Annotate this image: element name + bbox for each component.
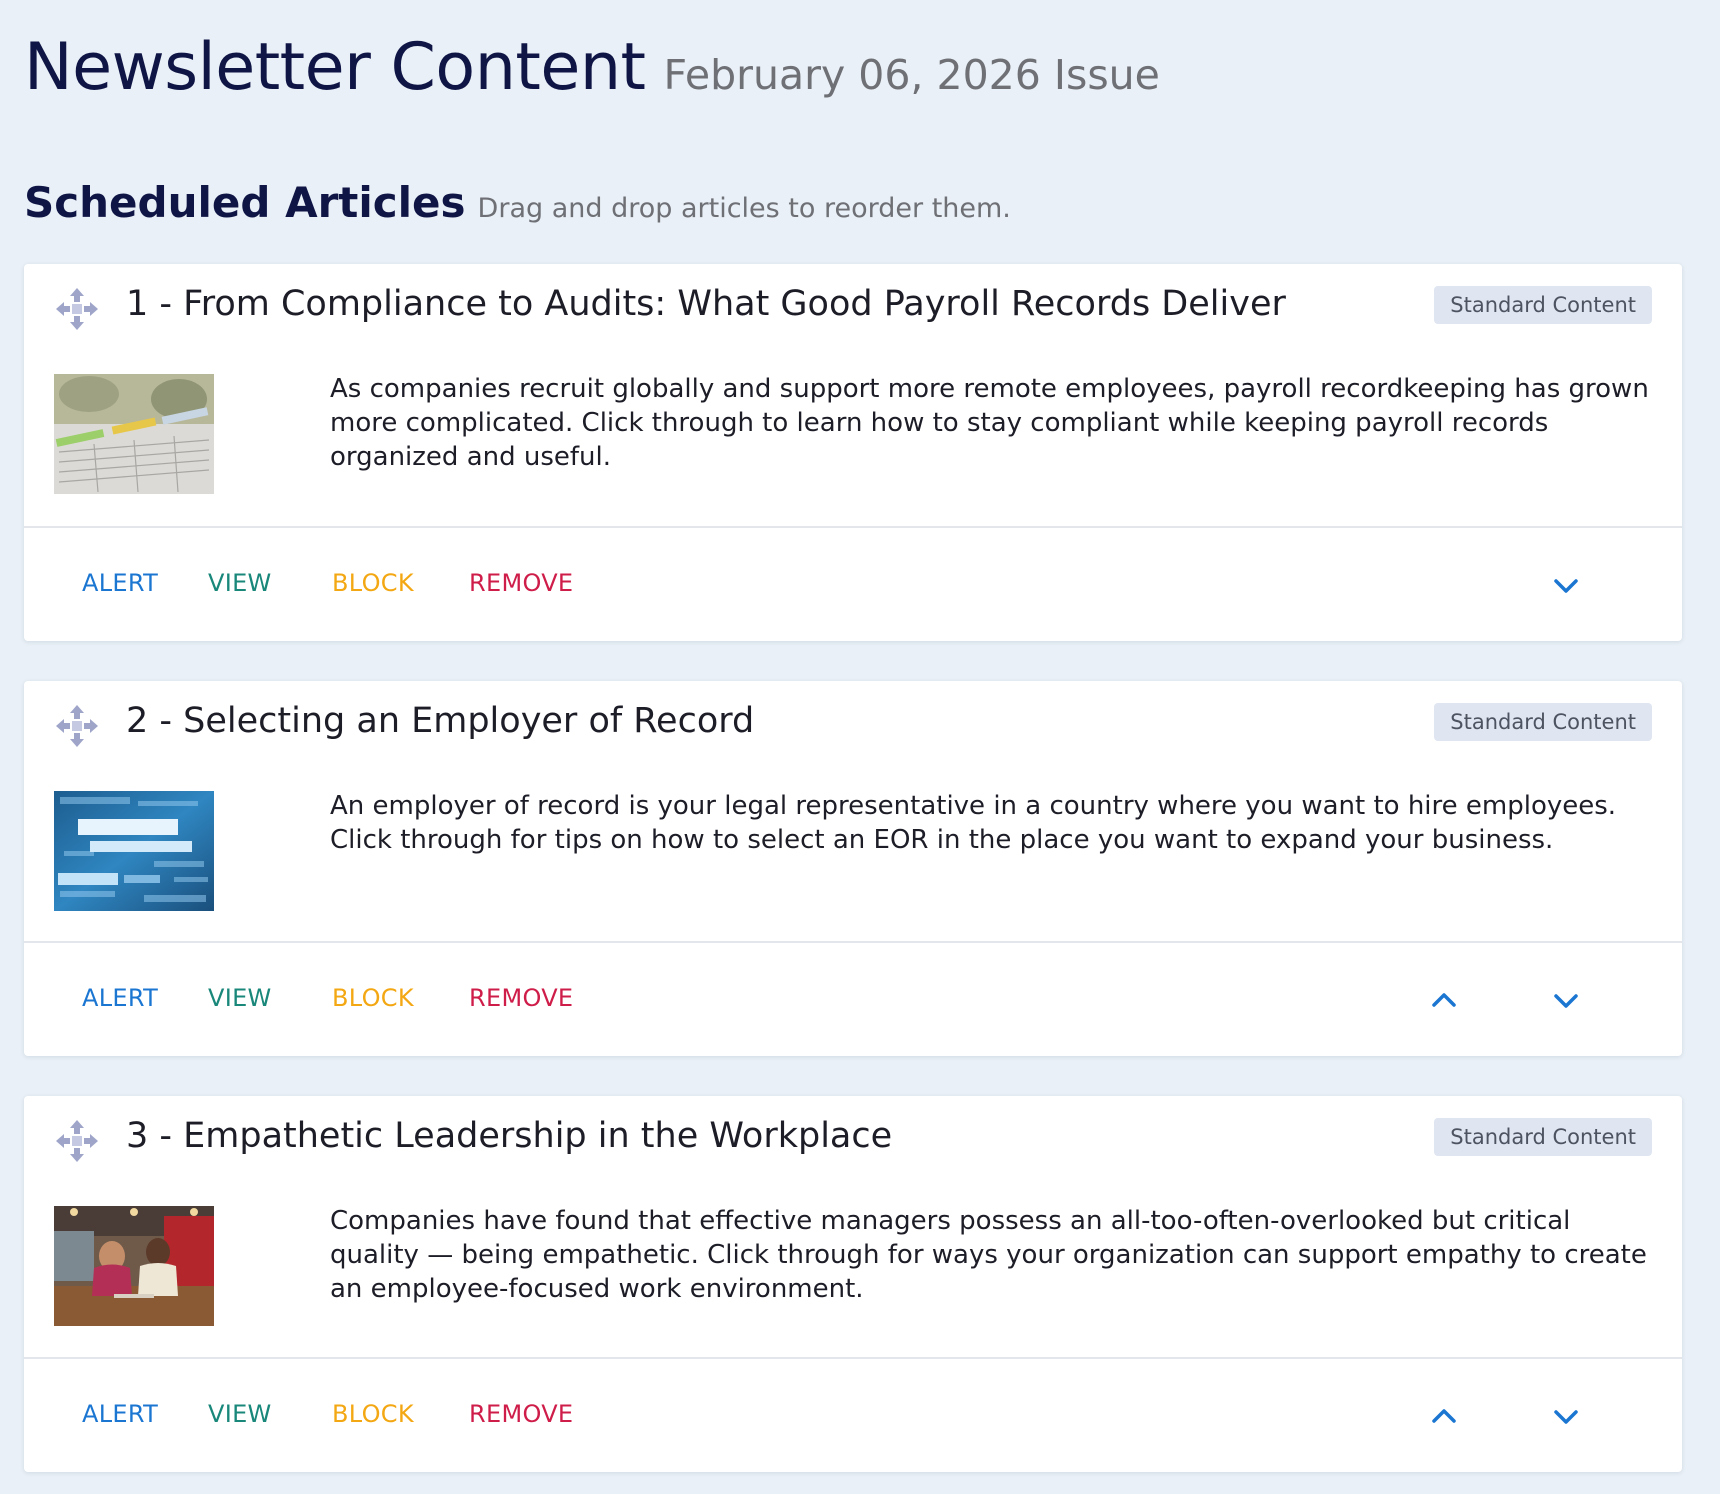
records-management-image: [54, 791, 214, 911]
page-title: Newsletter Content: [24, 30, 646, 105]
content-type-badge: Standard Content: [1434, 286, 1652, 324]
article-actions: ALERT VIEW BLOCK REMOVE: [24, 942, 1682, 1056]
article-header: 3 - Empathetic Leadership in the Workpla…: [24, 1096, 1682, 1176]
chevron-up-icon[interactable]: [1424, 980, 1464, 1020]
block-button[interactable]: BLOCK: [332, 569, 414, 597]
section-title: Scheduled Articles: [24, 178, 466, 227]
section-header: Scheduled Articles Drag and drop article…: [24, 178, 1011, 227]
block-button[interactable]: BLOCK: [332, 984, 414, 1012]
payroll-records-image: [54, 374, 214, 494]
article-title: 3 - Empathetic Leadership in the Workpla…: [126, 1116, 893, 1156]
article-actions: ALERT VIEW BLOCK REMOVE: [24, 1358, 1682, 1472]
move-arrows-icon[interactable]: [54, 703, 100, 749]
article-card[interactable]: 1 - From Compliance to Audits: What Good…: [24, 264, 1682, 641]
chevron-down-icon[interactable]: [1546, 1396, 1586, 1436]
view-button[interactable]: VIEW: [208, 1400, 272, 1428]
article-header: 2 - Selecting an Employer of Record Stan…: [24, 681, 1682, 761]
chevron-down-icon[interactable]: [1546, 980, 1586, 1020]
article-description: As companies recruit globally and suppor…: [330, 374, 1649, 472]
remove-button[interactable]: REMOVE: [469, 569, 573, 597]
article-actions: ALERT VIEW BLOCK REMOVE: [24, 527, 1682, 641]
view-button[interactable]: VIEW: [208, 984, 272, 1012]
chevron-up-icon[interactable]: [1424, 1396, 1464, 1436]
alert-button[interactable]: ALERT: [82, 569, 158, 597]
article-card[interactable]: 2 - Selecting an Employer of Record Stan…: [24, 681, 1682, 1056]
remove-button[interactable]: REMOVE: [469, 1400, 573, 1428]
article-description: An employer of record is your legal repr…: [330, 791, 1617, 855]
office-meeting-image: [54, 1206, 214, 1326]
remove-button[interactable]: REMOVE: [469, 984, 573, 1012]
alert-button[interactable]: ALERT: [82, 1400, 158, 1428]
article-header: 1 - From Compliance to Audits: What Good…: [24, 264, 1682, 344]
view-button[interactable]: VIEW: [208, 569, 272, 597]
article-card[interactable]: 3 - Empathetic Leadership in the Workpla…: [24, 1096, 1682, 1472]
article-title: 1 - From Compliance to Audits: What Good…: [126, 284, 1286, 324]
article-title: 2 - Selecting an Employer of Record: [126, 701, 755, 741]
article-description: Companies have found that effective mana…: [330, 1206, 1647, 1304]
block-button[interactable]: BLOCK: [332, 1400, 414, 1428]
page-header: Newsletter Content February 06, 2026 Iss…: [24, 30, 1160, 105]
move-arrows-icon[interactable]: [54, 286, 100, 332]
chevron-down-icon[interactable]: [1546, 565, 1586, 605]
alert-button[interactable]: ALERT: [82, 984, 158, 1012]
issue-date: February 06, 2026 Issue: [663, 51, 1160, 99]
move-arrows-icon[interactable]: [54, 1118, 100, 1164]
content-type-badge: Standard Content: [1434, 703, 1652, 741]
section-hint: Drag and drop articles to reorder them.: [477, 193, 1011, 224]
content-type-badge: Standard Content: [1434, 1118, 1652, 1156]
newsletter-content-page: Newsletter Content February 06, 2026 Iss…: [0, 0, 1720, 1494]
